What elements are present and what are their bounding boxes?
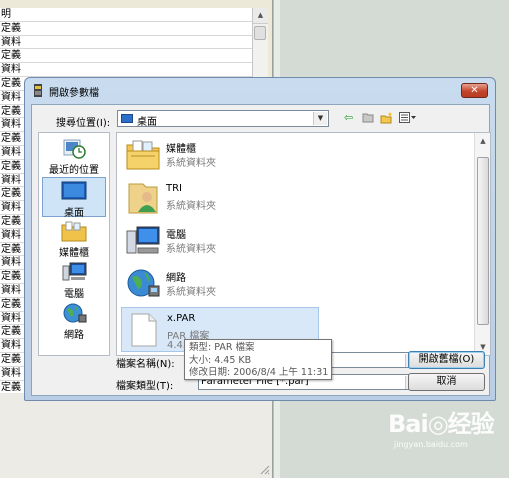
cancel-button[interactable]: 取消 [408,373,485,391]
baidu-watermark: Bai◎经验 jingyan.baidu.com [388,392,504,470]
file-list: 媒體櫃 系統資料夾 TRI 系統資料夾 電腦 系統資料夾 網路 系統資料夾 x.… [116,132,491,356]
file-item-tri[interactable]: TRI 系統資料夾 [121,178,319,218]
file-list-scrollbar[interactable]: ▲ ▼ [474,133,490,355]
dialog-title: 開啟參數檔 [49,88,99,99]
place-network[interactable]: 網路 [42,302,106,341]
new-folder-icon[interactable] [380,112,393,124]
app-icon [34,84,42,97]
libraries-folder-icon [126,140,160,170]
file-type: 系統資料夾 [166,244,216,255]
watermark-url: jingyan.baidu.com [394,440,468,449]
computer-icon [126,226,160,254]
close-button[interactable]: ✕ [461,83,488,98]
place-computer[interactable]: 電腦 [42,261,106,300]
libraries-icon [61,221,87,242]
computer-icon [62,262,87,281]
place-label: 媒體櫃 [59,248,89,259]
look-in-label: 搜尋位置(I): [56,118,111,129]
chevron-down-icon[interactable]: ▼ [313,112,327,125]
background-list-row[interactable]: 定義 [0,22,252,36]
file-name: 網路 [166,273,186,284]
file-item-network[interactable]: 網路 系統資料夾 [121,264,319,304]
recent-places-icon [63,139,86,159]
file-name: 媒體櫃 [166,144,196,155]
background-list-row[interactable]: 定義 [0,49,252,64]
place-label: 最近的位置 [49,165,99,176]
look-in-combobox[interactable]: 桌面 ▼ [117,110,329,128]
filename-label: 檔案名稱(N): [116,359,175,370]
desktop-icon [121,114,133,123]
view-menu-icon[interactable] [399,112,416,123]
scroll-thumb[interactable] [254,26,266,40]
up-folder-icon[interactable] [362,112,374,123]
open-button[interactable]: 開啟舊檔(O) [408,351,485,369]
tooltip-modified: 修改日期: 2006/8/4 上午 11:31 [189,367,329,378]
dialog-titlebar[interactable]: 開啟參數檔 ✕ [25,78,495,104]
place-label: 桌面 [64,208,84,219]
file-tooltip: 類型: PAR 檔案 大小: 4.45 KB 修改日期: 2006/8/4 上午… [184,339,332,380]
places-bar: 最近的位置 桌面 媒體櫃 電腦 網路 [38,132,110,356]
scroll-thumb[interactable] [477,157,489,325]
file-type: 系統資料夾 [166,201,216,212]
file-item-libraries[interactable]: 媒體櫃 系統資料夾 [121,135,319,175]
tooltip-size: 大小: 4.45 KB [189,354,252,366]
background-window-footer [0,393,272,478]
back-arrow-icon[interactable]: ⇦ [344,112,353,124]
file-name: TRI [166,183,183,194]
file-item-computer[interactable]: 電腦 系統資料夾 [121,221,319,261]
file-name: 電腦 [166,230,186,241]
place-label: 網路 [64,330,84,341]
network-globe-icon [63,303,87,323]
file-name: x.PAR [167,313,196,324]
place-label: 電腦 [64,289,84,300]
document-icon [131,313,157,347]
file-type: 系統資料夾 [166,158,216,169]
place-libraries[interactable]: 媒體櫃 [42,220,106,259]
resize-grip-icon[interactable] [258,463,270,475]
look-in-value: 桌面 [137,117,157,128]
tooltip-type: 類型: PAR 檔案 [189,342,255,353]
file-type: 系統資料夾 [166,287,216,298]
background-list-row[interactable]: 資料 [0,36,252,50]
desktop-icon [61,181,87,200]
network-globe-icon [127,269,160,297]
user-folder-icon [128,183,158,214]
background-list-row[interactable]: 資料 [0,63,252,77]
watermark-logo: Bai◎经验 [388,410,495,438]
background-list-row[interactable]: 明 [0,8,252,22]
place-recent[interactable]: 最近的位置 [42,137,106,176]
filetype-label: 檔案類型(T): [116,381,174,392]
place-desktop[interactable]: 桌面 [42,177,106,219]
scroll-up-arrow-icon[interactable]: ▲ [253,8,268,24]
scroll-up-arrow-icon[interactable]: ▲ [475,133,490,149]
